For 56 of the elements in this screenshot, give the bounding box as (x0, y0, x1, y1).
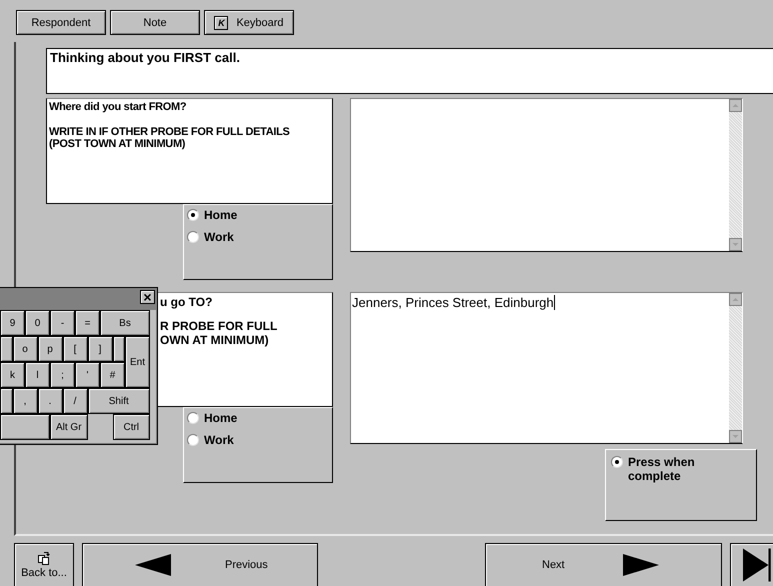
keyboard-key[interactable]: Ctrl (112, 414, 150, 440)
last-page-button[interactable] (730, 543, 773, 586)
skip-to-end-icon (743, 547, 773, 583)
keyboard-key[interactable]: [ (62, 336, 88, 362)
instruction-text: (POST TOWN AT MINIMUM) (49, 138, 186, 150)
keyboard-key[interactable]: / (62, 388, 88, 414)
next-button[interactable]: Next (485, 543, 722, 586)
question-text: Where did you start FROM? (49, 101, 188, 113)
keyboard-key[interactable]: . (38, 388, 62, 414)
keyboard-key[interactable]: p (38, 336, 62, 362)
keyboard-key[interactable]: ; (50, 362, 75, 388)
radio-button[interactable]: Work (187, 433, 234, 447)
toolbar-button[interactable]: Respondent (16, 10, 106, 35)
keyboard-key[interactable] (0, 414, 50, 440)
toolbar-button[interactable]: Note (110, 10, 200, 35)
answer-field[interactable] (350, 98, 743, 252)
scrollbar[interactable] (729, 99, 742, 251)
scroll-up-icon (729, 99, 742, 112)
keyboard-key[interactable]: ' (75, 362, 100, 388)
previous-button[interactable]: Previous (82, 543, 318, 586)
radio-button[interactable]: Home (187, 208, 238, 222)
instruction-text: WRITE IN IF OTHER PROBE FOR FULL DETAILS (49, 126, 291, 138)
toolbar-button[interactable]: K Keyboard (204, 10, 294, 35)
radio-button[interactable]: Work (187, 230, 234, 244)
keyboard-key[interactable]: Shift (88, 388, 150, 414)
keyboard-key[interactable]: , (12, 388, 38, 414)
radio-button[interactable]: Press when complete (611, 455, 711, 483)
keyboard-key[interactable]: ] (88, 336, 112, 362)
instruction-text: R PROBE FOR FULL (160, 319, 278, 333)
radio-button[interactable]: Home (187, 411, 238, 425)
answer-field[interactable]: Jenners, Princes Street, Edinburgh (350, 292, 743, 444)
keyboard-key[interactable] (0, 336, 12, 362)
question-text: u go TO? (160, 295, 214, 309)
back-button[interactable]: Back to... (14, 543, 74, 586)
instruction-text: OWN AT MINIMUM) (160, 333, 270, 347)
keyboard-key[interactable]: = (75, 310, 100, 336)
keyboard-key[interactable]: k (0, 362, 25, 388)
keyboard-key[interactable]: l (25, 362, 50, 388)
scrollbar[interactable] (729, 293, 742, 443)
keyboard-key[interactable]: 9 (0, 310, 25, 336)
close-button[interactable]: × (140, 290, 155, 304)
scroll-up-icon (729, 293, 742, 306)
keyboard-key[interactable]: Bs (100, 310, 150, 336)
pages-icon (37, 551, 51, 565)
keyboard-key[interactable] (112, 336, 125, 362)
keyboard-key[interactable]: Ent (125, 336, 150, 388)
keyboard-key[interactable]: o (12, 336, 38, 362)
key-icon: K (214, 16, 228, 30)
keyboard-key[interactable]: # (100, 362, 125, 388)
keyboard-key[interactable]: 0 (25, 310, 50, 336)
keyboard-key[interactable] (0, 388, 12, 414)
keyboard-key[interactable]: - (50, 310, 75, 336)
keyboard-key[interactable]: Alt Gr (50, 414, 88, 440)
scroll-down-icon (729, 430, 742, 443)
scroll-down-icon (729, 238, 742, 251)
question-header: Thinking about you FIRST call. (46, 48, 773, 94)
